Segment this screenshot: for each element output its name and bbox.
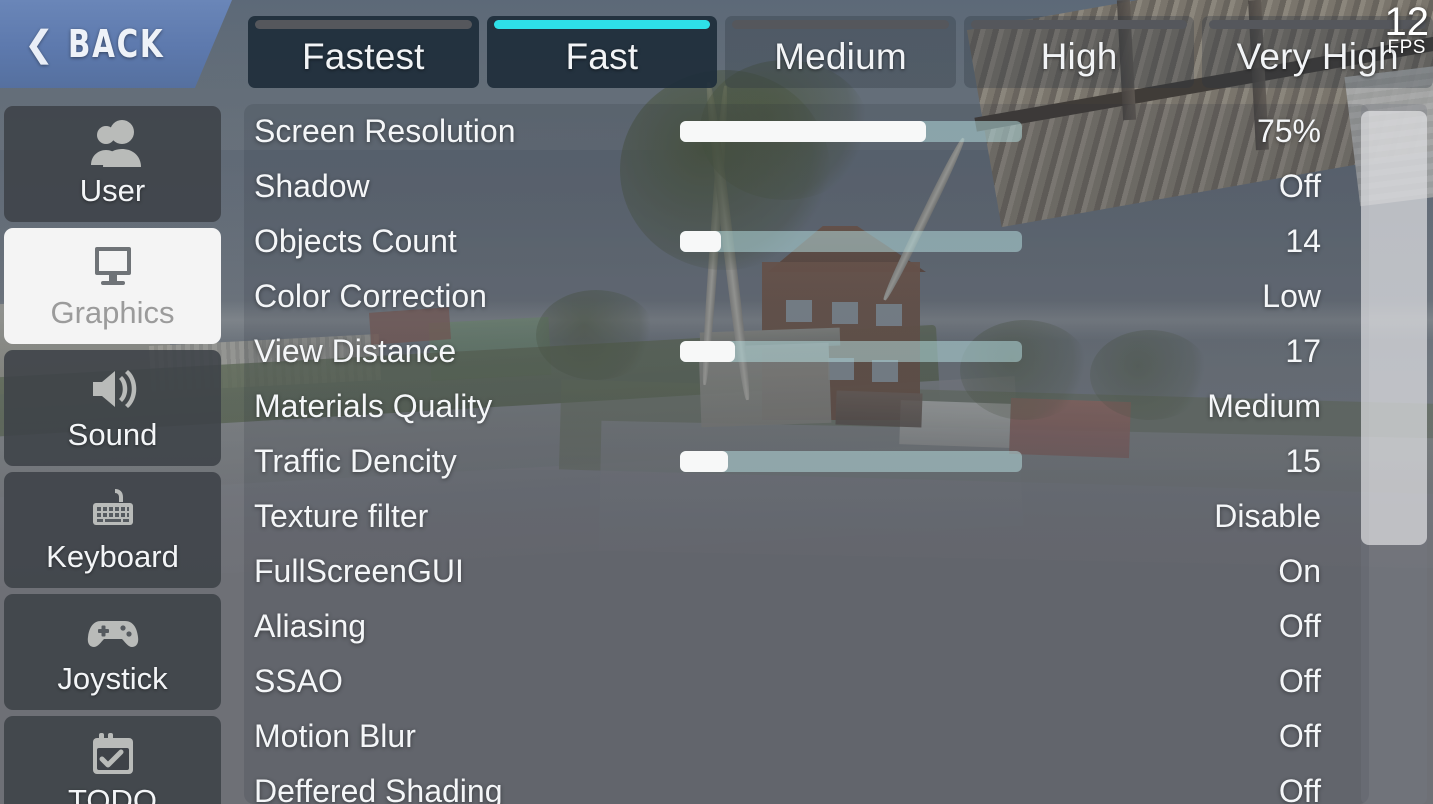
settings-screen: Fastest Fast Medium High Very High ❮ BAC… [0, 0, 1433, 804]
settings-row[interactable]: View Distance 17 [244, 324, 1369, 379]
keyboard-icon [81, 485, 145, 537]
sidebar-item-sound[interactable]: Sound [4, 350, 221, 466]
sidebar-item-label: Graphics [50, 295, 175, 330]
settings-row[interactable]: Screen Resolution 75% [244, 104, 1369, 159]
preset-tab-fast[interactable]: Fast [486, 16, 718, 88]
settings-row-value: Off [1278, 608, 1321, 644]
slider-fill [680, 231, 722, 252]
preset-tab-label: Very High [1236, 36, 1399, 77]
preset-tab-label: Fastest [301, 36, 425, 77]
preset-indicator-bar [732, 20, 949, 29]
settings-row[interactable]: FullScreenGUI On [244, 544, 1369, 599]
graphics-settings-panel: Screen Resolution 75% Shadow Off Objects Cou… [244, 104, 1369, 804]
settings-row-value: Off [1278, 718, 1321, 754]
settings-row-label: FullScreenGUI [254, 553, 464, 589]
category-sidebar: User Graphics Sound Keyboard Joystick TO… [4, 106, 221, 804]
fps-value: 12 [1384, 0, 1430, 44]
settings-row-label: Traffic Dencity [254, 443, 457, 479]
sidebar-item-label: Joystick [57, 661, 168, 696]
settings-row[interactable]: Deffered Shading Off [244, 764, 1369, 804]
settings-row-label: SSAO [254, 663, 343, 699]
settings-row-label: Texture filter [254, 498, 429, 534]
settings-row-value: 17 [1285, 333, 1321, 369]
preset-indicator-bar [493, 20, 711, 29]
settings-row-label: Color Correction [254, 278, 487, 314]
settings-row-label: Objects Count [254, 223, 457, 259]
settings-row-slider[interactable] [680, 451, 1022, 472]
monitor-icon [81, 241, 145, 293]
slider-fill [680, 121, 927, 142]
settings-row[interactable]: Materials Quality Medium [244, 379, 1369, 434]
calendar-check-icon [81, 729, 145, 781]
sidebar-item-keyboard[interactable]: Keyboard [4, 472, 221, 588]
chevron-left-icon: ❮ [24, 23, 55, 64]
slider-fill [680, 341, 735, 362]
back-button[interactable]: ❮ BACK [0, 0, 232, 88]
sidebar-item-label: Sound [67, 417, 158, 452]
settings-row-label: Materials Quality [254, 388, 493, 424]
settings-row-label: Aliasing [254, 608, 367, 644]
gamepad-icon [81, 607, 145, 659]
settings-row[interactable]: Shadow Off [244, 159, 1369, 214]
preset-tab-high[interactable]: High [963, 16, 1195, 88]
sidebar-item-label: Keyboard [46, 539, 179, 574]
preset-tab-label: High [1040, 36, 1118, 77]
settings-row[interactable]: SSAO Off [244, 654, 1369, 709]
settings-row-value: Off [1278, 168, 1321, 204]
fps-label: FPS [1387, 37, 1426, 58]
preset-tab-label: Medium [774, 36, 907, 77]
settings-row-value: Disable [1214, 498, 1321, 534]
settings-row-value: On [1278, 553, 1321, 589]
settings-row[interactable]: Texture filter Disable [244, 489, 1369, 544]
settings-row[interactable]: Color Correction Low [244, 269, 1369, 324]
sidebar-item-graphics[interactable]: Graphics [4, 228, 221, 344]
preset-tab-fastest[interactable]: Fastest [248, 16, 479, 88]
settings-row[interactable]: Objects Count 14 [244, 214, 1369, 269]
settings-row-value: Off [1278, 773, 1321, 804]
settings-scrollbar-thumb[interactable] [1361, 111, 1427, 545]
fps-counter: 12 FPS [1385, 2, 1430, 57]
settings-row-value: 15 [1285, 443, 1321, 479]
settings-row[interactable]: Aliasing Off [244, 599, 1369, 654]
settings-row-value: 14 [1285, 223, 1321, 259]
preset-tab-label: Fast [565, 36, 639, 77]
settings-row-value: 75% [1256, 113, 1321, 149]
settings-row[interactable]: Traffic Dencity 15 [244, 434, 1369, 489]
settings-row-slider[interactable] [680, 231, 1022, 252]
preset-indicator-bar [255, 20, 472, 29]
settings-scrollbar-track[interactable] [1361, 104, 1427, 804]
settings-row-slider[interactable] [680, 121, 1022, 142]
slider-fill [680, 451, 728, 472]
speaker-icon [81, 363, 145, 415]
settings-row-label: Shadow [254, 168, 370, 204]
users-icon [81, 119, 145, 171]
settings-row-list: Screen Resolution 75% Shadow Off Objects Cou… [244, 104, 1369, 804]
sidebar-item-user[interactable]: User [4, 106, 221, 222]
sidebar-item-joystick[interactable]: Joystick [4, 594, 221, 710]
sidebar-item-label: TODO [68, 783, 157, 804]
settings-row-value: Medium [1207, 388, 1321, 424]
settings-row-value: Off [1278, 663, 1321, 699]
settings-row-value: Low [1262, 278, 1321, 314]
preset-indicator-bar [970, 20, 1188, 29]
settings-row-label: Deffered Shading [254, 773, 503, 804]
sidebar-item-todo[interactable]: TODO [4, 716, 221, 804]
settings-row[interactable]: Motion Blur Off [244, 709, 1369, 764]
sidebar-item-label: User [79, 173, 146, 208]
settings-row-slider[interactable] [680, 341, 1022, 362]
settings-row-label: Screen Resolution [254, 113, 516, 149]
settings-row-label: Motion Blur [254, 718, 416, 754]
settings-row-label: View Distance [254, 333, 457, 369]
quality-preset-tabs: Fastest Fast Medium High Very High [248, 16, 1433, 88]
back-button-label: BACK [68, 22, 165, 66]
preset-tab-medium[interactable]: Medium [725, 16, 956, 88]
